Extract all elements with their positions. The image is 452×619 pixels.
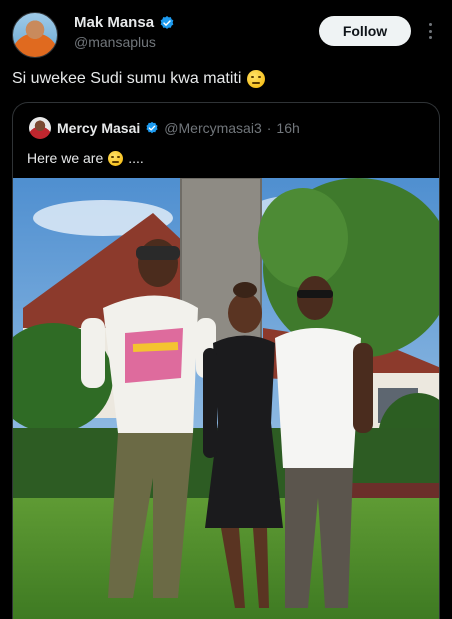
verified-badge-icon [160, 15, 174, 29]
quoted-timestamp[interactable]: 16h [276, 120, 299, 136]
follow-button[interactable]: Follow [319, 16, 411, 46]
quoted-author-avatar[interactable] [29, 117, 51, 139]
quoted-tweet-text: Here we are .... [27, 150, 144, 166]
quoted-tweet-header: Mercy Masai @Mercymasai3 · 16h [57, 120, 300, 136]
group-photo[interactable] [13, 178, 439, 619]
quoted-text-content: Here we are [27, 150, 104, 166]
verified-badge-icon [146, 121, 158, 134]
author-avatar[interactable] [12, 12, 58, 58]
quoted-author-name[interactable]: Mercy Masai [57, 120, 140, 136]
tweet-text: Si uwekee Sudi sumu kwa matiti [12, 70, 266, 88]
author-handle[interactable]: @mansaplus [74, 34, 156, 50]
separator-dot: · [266, 120, 272, 136]
quoted-author-handle[interactable]: @Mercymasai3 [164, 120, 261, 136]
unamused-face-emoji-icon [247, 70, 266, 88]
grimacing-face-emoji-icon [108, 150, 124, 166]
group-photo-illustration [13, 178, 439, 619]
author-display-name[interactable]: Mak Mansa [74, 14, 154, 31]
more-options-icon[interactable] [423, 20, 437, 42]
quoted-tweet[interactable]: Mercy Masai @Mercymasai3 · 16h Here we a… [12, 102, 440, 619]
tweet-post: Mak Mansa @mansaplus Follow Si uwekee Su… [0, 0, 452, 619]
author-name-row[interactable]: Mak Mansa [74, 14, 175, 31]
tweet-text-content: Si uwekee Sudi sumu kwa matiti [12, 70, 242, 87]
quoted-text-suffix: .... [128, 150, 144, 166]
